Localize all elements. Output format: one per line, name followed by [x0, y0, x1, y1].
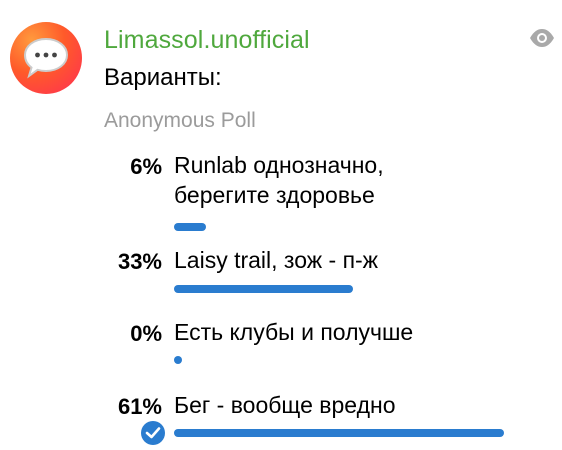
poll-type-label: Anonymous Poll: [104, 109, 256, 132]
poll-question: Варианты:: [104, 64, 222, 91]
channel-name[interactable]: Limassol.unofficial: [104, 26, 310, 55]
option-result-bar: [174, 285, 353, 293]
option-result-bar: [174, 223, 206, 231]
option-result-bar: [174, 356, 182, 364]
option-text: Runlab однозначно, берегите здоровье: [174, 152, 384, 208]
chat-bubble-icon: [23, 37, 69, 79]
poll-option[interactable]: 0% Есть клубы и получше: [0, 317, 562, 377]
eye-icon: [530, 29, 554, 47]
poll-option[interactable]: 6% Runlab однозначно, берегите здоровье: [0, 150, 562, 240]
option-text: Бег - вообще вредно: [174, 392, 396, 418]
option-text: Laisy trail, зож - п-ж: [174, 247, 379, 273]
checkmark-icon: [145, 427, 161, 439]
poll-option[interactable]: 61% Бег - вообще вредно: [0, 390, 562, 450]
option-percent: 0%: [130, 321, 162, 346]
option-result-bar: [174, 429, 504, 437]
channel-avatar[interactable]: [10, 22, 82, 94]
poll-option[interactable]: 33% Laisy trail, зож - п-ж: [0, 245, 562, 305]
option-percent: 6%: [130, 154, 162, 179]
selected-check-badge: [141, 421, 165, 445]
option-percent: 33%: [117, 249, 162, 274]
option-percent: 61%: [117, 394, 162, 419]
option-text: Есть клубы и получше: [174, 319, 414, 345]
